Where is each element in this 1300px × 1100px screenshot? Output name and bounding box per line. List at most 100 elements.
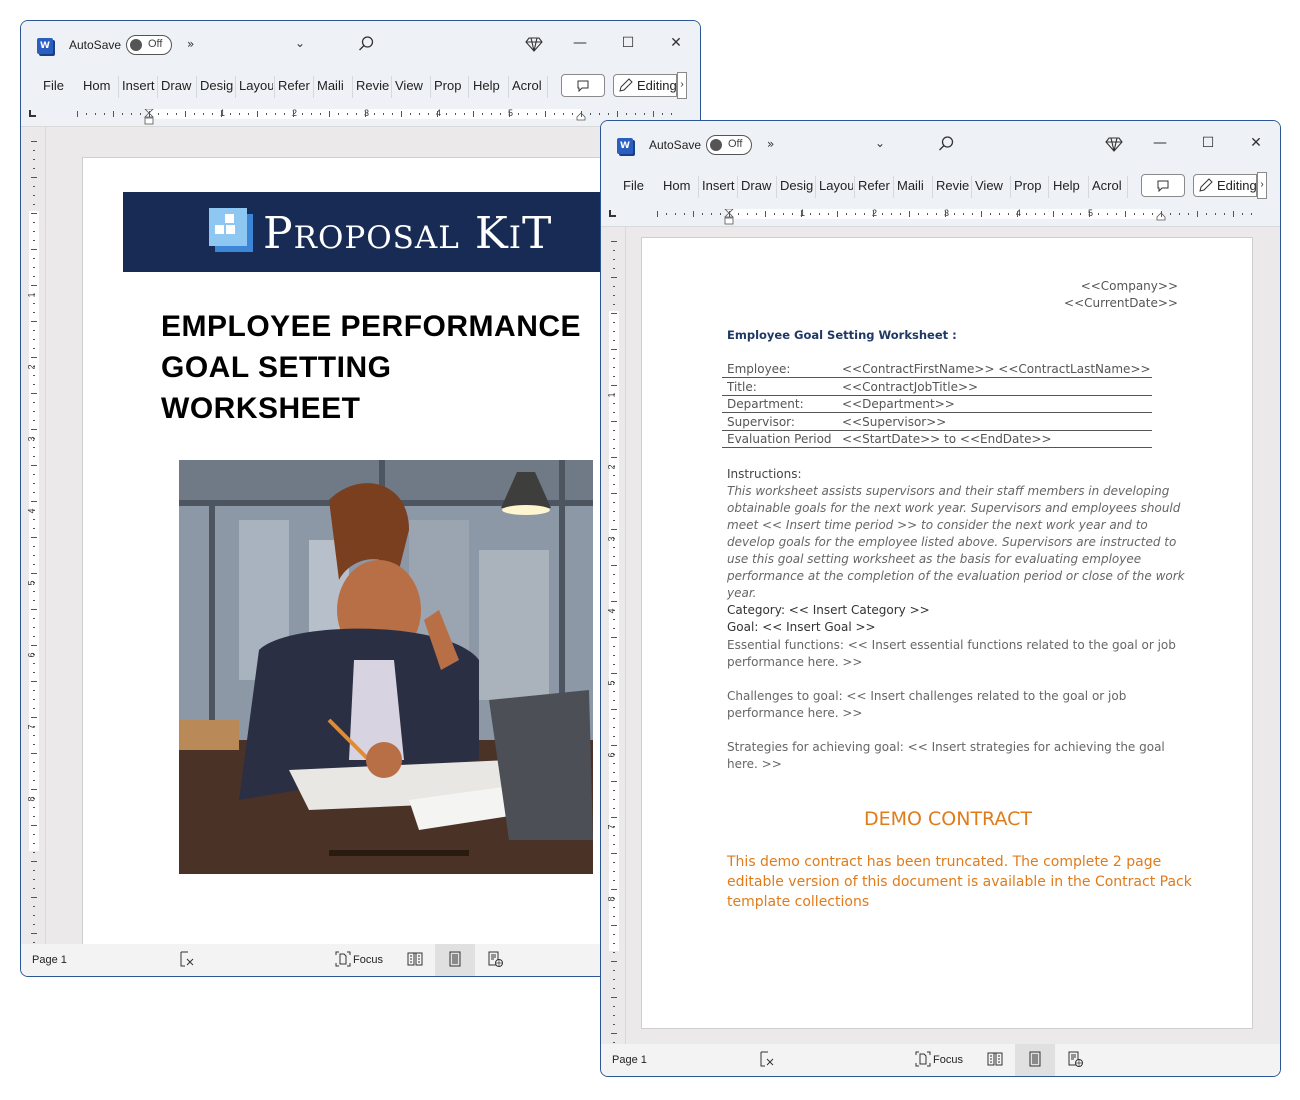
tab-properties[interactable]: Prop — [432, 78, 466, 93]
ruler-tick — [756, 213, 757, 215]
ruler-tick — [1215, 213, 1216, 215]
ribbon-scroll-right-button[interactable]: › — [1257, 172, 1267, 199]
field-value[interactable]: <<ContractFirstName>> <<ContractLastName… — [837, 360, 1152, 378]
ruler-tick — [613, 754, 615, 755]
focus-icon[interactable] — [335, 951, 351, 967]
editing-mode-button[interactable]: Editing — [1193, 174, 1257, 197]
tab-home[interactable]: Hom — [661, 178, 697, 193]
page-indicator[interactable]: Page 1 — [32, 954, 67, 966]
ruler-tick — [33, 555, 35, 556]
ribbon-scroll-right-button[interactable]: › — [677, 72, 687, 99]
demo-contract-notice: This demo contract has been truncated. T… — [727, 854, 1192, 910]
tab-help[interactable]: Help — [471, 78, 507, 93]
tab-mailings[interactable]: Maili — [895, 178, 931, 193]
ruler-tick — [536, 113, 537, 115]
ruler-tick — [33, 231, 35, 232]
close-icon[interactable]: ✕ — [667, 35, 685, 53]
ruler-tick — [613, 799, 615, 800]
read-mode-icon[interactable] — [407, 951, 423, 967]
tab-acrobat[interactable]: Acrol — [1090, 178, 1126, 193]
date-placeholder: <<CurrentDate>> — [1064, 296, 1178, 310]
ruler-tick — [428, 113, 429, 115]
print-layout-icon[interactable] — [447, 951, 463, 967]
more-commands-button[interactable]: » — [767, 137, 774, 151]
ruler-tick — [410, 113, 411, 115]
tab-references[interactable]: Refer — [276, 78, 312, 93]
accessibility-check-icon[interactable] — [759, 1051, 775, 1067]
tab-acrobat[interactable]: Acrol — [510, 78, 546, 93]
focus-icon[interactable] — [915, 1051, 931, 1067]
page-indicator[interactable]: Page 1 — [612, 1054, 647, 1066]
chevron-down-icon[interactable]: ⌄ — [875, 136, 885, 150]
autosave-toggle[interactable]: Off — [706, 135, 752, 155]
search-icon[interactable] — [937, 135, 955, 153]
tab-stop-selector[interactable] — [29, 110, 36, 117]
search-icon[interactable] — [357, 35, 375, 53]
close-icon[interactable]: ✕ — [1247, 135, 1265, 153]
field-value[interactable]: <<Supervisor>> — [837, 412, 1152, 431]
tab-view[interactable]: View — [393, 78, 429, 93]
accessibility-check-icon[interactable] — [179, 951, 195, 967]
editing-mode-button[interactable]: Editing — [613, 74, 677, 97]
ruler-tick — [613, 610, 615, 611]
word-window-worksheet: W AutoSave Off » ⌄ — ☐ ✕ File Hom Insert… — [600, 120, 1281, 1077]
ruler-tick — [617, 111, 618, 117]
tab-references[interactable]: Refer — [856, 178, 892, 193]
tab-layout[interactable]: Layou — [237, 78, 273, 93]
ruler-tick — [491, 113, 492, 115]
ruler-tick — [1242, 213, 1243, 215]
diamond-icon[interactable] — [525, 35, 543, 53]
web-layout-icon[interactable] — [487, 951, 503, 967]
tab-design[interactable]: Desig — [778, 178, 814, 193]
ruler-tick — [611, 961, 617, 962]
ruler-tick — [810, 213, 811, 215]
tab-draw[interactable]: Draw — [739, 178, 775, 193]
print-layout-icon[interactable] — [1027, 1051, 1043, 1067]
tab-home[interactable]: Hom — [81, 78, 117, 93]
comments-button[interactable] — [1141, 174, 1185, 197]
ruler-tick — [611, 889, 617, 890]
chevron-down-icon[interactable]: ⌄ — [295, 36, 305, 50]
ruler-tick — [611, 493, 617, 494]
read-mode-icon[interactable] — [987, 1051, 1003, 1067]
table-row: Evaluation Period <<StartDate>> to <<EndD… — [722, 430, 1152, 448]
ruler-tick — [33, 834, 35, 835]
tab-review[interactable]: Revie — [354, 78, 390, 93]
tab-help[interactable]: Help — [1051, 178, 1087, 193]
web-layout-icon[interactable] — [1067, 1051, 1083, 1067]
minimize-icon[interactable]: — — [571, 35, 589, 53]
ruler-tick — [611, 997, 617, 998]
field-value[interactable]: <<StartDate>> to <<EndDate>> — [837, 430, 1152, 448]
focus-mode-button[interactable]: Focus — [353, 954, 383, 966]
tab-review[interactable]: Revie — [934, 178, 970, 193]
maximize-icon[interactable]: ☐ — [619, 35, 637, 53]
field-value[interactable]: <<ContractJobTitle>> — [837, 377, 1152, 396]
minimize-icon[interactable]: — — [1151, 135, 1169, 153]
ruler-tick — [33, 762, 35, 763]
tab-mailings[interactable]: Maili — [315, 78, 351, 93]
tab-file[interactable]: File — [621, 178, 647, 193]
comments-button[interactable] — [561, 74, 605, 97]
field-value[interactable]: <<Department>> — [837, 395, 1152, 413]
more-commands-button[interactable]: » — [187, 37, 194, 51]
tab-properties[interactable]: Prop — [1012, 178, 1046, 193]
ruler-tick — [611, 709, 617, 710]
tab-layout[interactable]: Layou — [817, 178, 853, 193]
tab-draw[interactable]: Draw — [159, 78, 195, 93]
tab-design[interactable]: Desig — [198, 78, 234, 93]
tab-insert[interactable]: Insert — [700, 178, 736, 193]
document-canvas[interactable]: <<Company>> <<CurrentDate>> Employee Goa… — [626, 227, 1280, 1044]
ruler-tick — [702, 213, 703, 215]
document-page[interactable]: <<Company>> <<CurrentDate>> Employee Goa… — [641, 237, 1253, 1029]
autosave-toggle[interactable]: Off — [126, 35, 172, 55]
tab-stop-selector[interactable] — [609, 210, 616, 217]
title-line: WORKSHEET — [161, 392, 361, 425]
ruler-tick — [31, 465, 37, 466]
focus-mode-button[interactable]: Focus — [933, 1054, 963, 1066]
diamond-icon[interactable] — [1105, 135, 1123, 153]
tab-file[interactable]: File — [41, 78, 67, 93]
ruler-tick — [455, 113, 456, 115]
tab-view[interactable]: View — [973, 178, 1009, 193]
tab-insert[interactable]: Insert — [120, 78, 156, 93]
maximize-icon[interactable]: ☐ — [1199, 135, 1217, 153]
